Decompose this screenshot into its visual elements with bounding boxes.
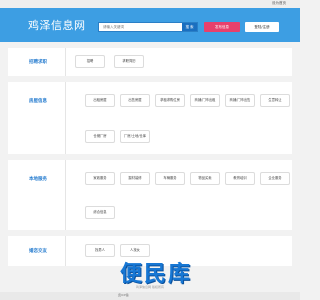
section-title: 招聘求职 [29, 60, 47, 65]
section-divider [65, 48, 66, 76]
header: 鸡泽信息网 搜 索 发布信息 登陆/注册 [0, 8, 300, 42]
footer-copyright: 鸡泽信息网 版权所有 [136, 285, 164, 289]
tag-warehouse[interactable]: 仓储厂房 [85, 130, 115, 143]
login-register-button[interactable]: 登陆/注册 [245, 22, 279, 32]
tag-recruit[interactable]: 招聘 [75, 55, 105, 68]
tag-housekeeping[interactable]: 家政服务 [85, 172, 115, 185]
section-divider [65, 236, 66, 266]
tag-shop-sell[interactable]: 商铺/门市出售 [225, 94, 255, 107]
tag-find-man[interactable]: 找男人 [85, 244, 115, 257]
section-title: 房屋信息 [29, 99, 47, 104]
search-button[interactable]: 搜 索 [182, 23, 197, 31]
tag-rent-house[interactable]: 出租房屋 [85, 94, 115, 107]
tag-business-transfer[interactable]: 生意转让 [260, 94, 290, 107]
section-jobs: 招聘求职 招聘 求职简历 [8, 48, 292, 76]
section-title: 婚恋交友 [29, 249, 47, 254]
tag-resume[interactable]: 求职简历 [114, 55, 144, 68]
tag-sell-house[interactable]: 出售房屋 [120, 94, 150, 107]
tag-general[interactable]: 综合信息 [85, 206, 115, 219]
tag-education[interactable]: 教育培训 [225, 172, 255, 185]
tag-land[interactable]: 厂房/土地/仓库 [120, 130, 150, 143]
post-info-button[interactable]: 发布信息 [204, 22, 240, 32]
watermark-logo: 便民库 [120, 262, 193, 287]
search-box: 搜 索 [98, 22, 198, 32]
section-divider [65, 160, 66, 230]
search-input[interactable] [99, 23, 182, 31]
tag-enterprise[interactable]: 企业服务 [260, 172, 290, 185]
footer-icp: 冀ICP备 [118, 293, 129, 297]
tag-seek-rent[interactable]: 求租求购位房 [155, 94, 185, 107]
top-bar: 设为首页 [0, 0, 300, 8]
tag-renovation[interactable]: 摄材装修 [120, 172, 150, 185]
tag-goods-trade[interactable]: 物品买卖 [190, 172, 220, 185]
tag-vehicle[interactable]: 车辆服务 [155, 172, 185, 185]
set-home-link[interactable]: 设为首页 [272, 1, 286, 6]
section-title: 本地服务 [29, 177, 47, 182]
footer-bar: 冀ICP备 [0, 292, 300, 300]
section-local-services: 本地服务 家政服务 摄材装修 车辆服务 物品买卖 教育培训 企业服务 综合信息 [8, 160, 292, 230]
tag-shop-rent[interactable]: 商铺/门市出租 [190, 94, 220, 107]
section-housing: 房屋信息 出租房屋 出售房屋 求租求购位房 商铺/门市出租 商铺/门市出售 生意… [8, 82, 292, 154]
section-divider [65, 82, 66, 154]
site-logo[interactable]: 鸡泽信息网 [28, 17, 86, 33]
